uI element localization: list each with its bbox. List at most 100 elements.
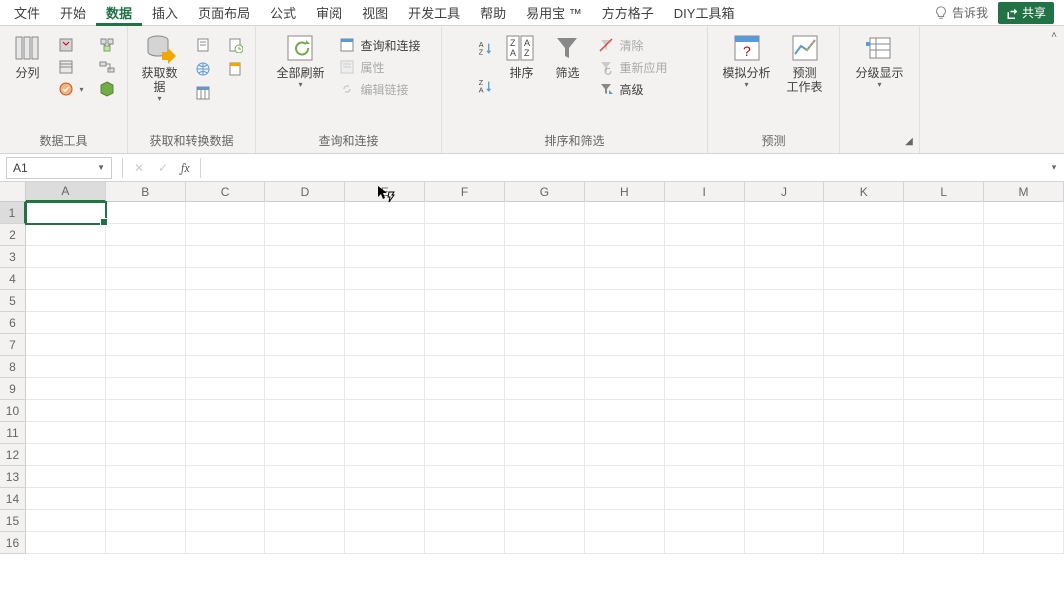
remove-duplicates-button[interactable] xyxy=(53,56,87,78)
cell[interactable] xyxy=(745,224,825,246)
cell[interactable] xyxy=(984,356,1064,378)
cell[interactable] xyxy=(186,246,266,268)
sort-ascending-button[interactable]: AZ xyxy=(477,38,495,60)
cell[interactable] xyxy=(106,422,186,444)
cell[interactable] xyxy=(345,224,425,246)
cell[interactable] xyxy=(106,224,186,246)
cell[interactable] xyxy=(824,202,904,224)
row-header[interactable]: 7 xyxy=(0,334,26,356)
cell[interactable] xyxy=(665,422,745,444)
cell[interactable] xyxy=(186,224,266,246)
refresh-all-button[interactable]: 全部刷新 ▾ xyxy=(272,30,328,91)
cell[interactable] xyxy=(984,290,1064,312)
cell[interactable] xyxy=(425,268,505,290)
cell[interactable] xyxy=(745,268,825,290)
column-header[interactable]: E xyxy=(345,182,425,202)
cell[interactable] xyxy=(265,268,345,290)
tab-home[interactable]: 开始 xyxy=(50,0,96,26)
name-box-dropdown-icon[interactable]: ▼ xyxy=(97,163,105,172)
cell[interactable] xyxy=(824,356,904,378)
cell[interactable] xyxy=(106,378,186,400)
cell[interactable] xyxy=(505,224,585,246)
cell[interactable] xyxy=(265,532,345,554)
cell[interactable] xyxy=(186,334,266,356)
cell[interactable] xyxy=(265,202,345,224)
cell[interactable] xyxy=(265,466,345,488)
cell[interactable] xyxy=(505,444,585,466)
recent-sources-button[interactable] xyxy=(222,34,248,56)
cell[interactable] xyxy=(345,202,425,224)
forecast-sheet-button[interactable]: 预测 工作表 xyxy=(781,30,829,96)
cell[interactable] xyxy=(265,378,345,400)
cell[interactable] xyxy=(26,356,106,378)
cell[interactable] xyxy=(745,422,825,444)
cell[interactable] xyxy=(505,488,585,510)
cell[interactable] xyxy=(26,378,106,400)
cell[interactable] xyxy=(425,466,505,488)
cell[interactable] xyxy=(585,466,665,488)
cell[interactable] xyxy=(585,400,665,422)
cell[interactable] xyxy=(265,246,345,268)
row-header[interactable]: 8 xyxy=(0,356,26,378)
cell[interactable] xyxy=(425,378,505,400)
cell[interactable] xyxy=(186,422,266,444)
cell[interactable] xyxy=(265,334,345,356)
cell[interactable] xyxy=(665,202,745,224)
row-header[interactable]: 4 xyxy=(0,268,26,290)
cell[interactable] xyxy=(425,444,505,466)
column-header[interactable]: F xyxy=(425,182,505,202)
cell[interactable] xyxy=(265,290,345,312)
cell[interactable] xyxy=(265,488,345,510)
cell[interactable] xyxy=(824,290,904,312)
cell[interactable] xyxy=(345,290,425,312)
cell[interactable] xyxy=(106,290,186,312)
cell[interactable] xyxy=(585,488,665,510)
cell[interactable] xyxy=(26,224,106,246)
row-header[interactable]: 13 xyxy=(0,466,26,488)
cell[interactable] xyxy=(904,202,984,224)
cell[interactable] xyxy=(824,312,904,334)
cell[interactable] xyxy=(345,532,425,554)
cell[interactable] xyxy=(824,466,904,488)
cell[interactable] xyxy=(824,510,904,532)
cell[interactable] xyxy=(984,246,1064,268)
cell[interactable] xyxy=(505,312,585,334)
cell[interactable] xyxy=(904,378,984,400)
cell[interactable] xyxy=(26,444,106,466)
cell[interactable] xyxy=(106,268,186,290)
insert-function-button[interactable]: fx xyxy=(175,161,196,175)
cell[interactable] xyxy=(745,312,825,334)
cell[interactable] xyxy=(904,290,984,312)
tab-formulas[interactable]: 公式 xyxy=(260,0,306,26)
consolidate-button[interactable] xyxy=(94,34,120,56)
queries-connections-button[interactable]: 查询和连接 xyxy=(334,34,424,56)
cell[interactable] xyxy=(106,202,186,224)
row-header[interactable]: 14 xyxy=(0,488,26,510)
cell[interactable] xyxy=(745,466,825,488)
from-web-button[interactable] xyxy=(190,58,216,80)
cell[interactable] xyxy=(745,356,825,378)
cell[interactable] xyxy=(824,488,904,510)
cell[interactable] xyxy=(26,202,106,224)
cell[interactable] xyxy=(345,444,425,466)
cell[interactable] xyxy=(904,224,984,246)
cell[interactable] xyxy=(824,444,904,466)
cell[interactable] xyxy=(345,378,425,400)
cell[interactable] xyxy=(984,466,1064,488)
column-header[interactable]: A xyxy=(26,182,106,202)
column-header[interactable]: C xyxy=(186,182,266,202)
cell[interactable] xyxy=(345,488,425,510)
cell[interactable] xyxy=(665,246,745,268)
data-validation-button[interactable]: ▾ xyxy=(53,78,87,100)
cell[interactable] xyxy=(904,246,984,268)
cell[interactable] xyxy=(665,532,745,554)
formula-input[interactable] xyxy=(205,157,1044,179)
expand-formula-bar-button[interactable]: ▾ xyxy=(1044,162,1064,173)
row-header[interactable]: 12 xyxy=(0,444,26,466)
get-data-button[interactable]: 获取数 据 ▾ xyxy=(136,30,184,105)
cell[interactable] xyxy=(26,488,106,510)
cell[interactable] xyxy=(665,444,745,466)
cell[interactable] xyxy=(106,444,186,466)
cell[interactable] xyxy=(904,334,984,356)
cell[interactable] xyxy=(665,510,745,532)
